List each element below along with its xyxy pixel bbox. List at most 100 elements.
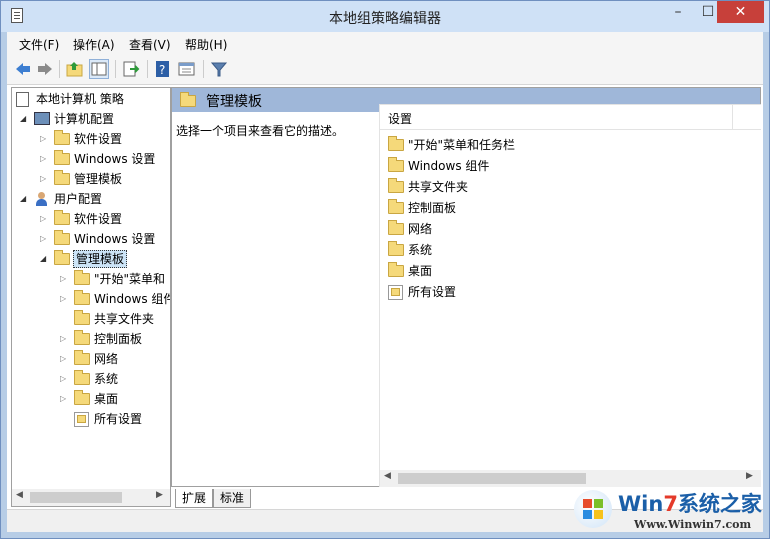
column-divider[interactable] xyxy=(732,105,733,129)
tree-label: Windows 设置 xyxy=(74,232,156,246)
tab-standard[interactable]: 标准 xyxy=(213,489,252,508)
folder-icon xyxy=(388,262,404,277)
folder-icon xyxy=(54,210,70,225)
back-icon[interactable] xyxy=(13,59,33,79)
detail-header-title: 管理模板 xyxy=(206,94,262,110)
folder-icon xyxy=(54,130,70,145)
scroll-right-icon[interactable]: ▶ xyxy=(746,471,753,481)
collapsed-arrow-icon[interactable]: ▷ xyxy=(40,229,50,249)
folder-icon xyxy=(180,92,196,107)
tree-label: 桌面 xyxy=(94,392,119,406)
collapsed-arrow-icon[interactable]: ▷ xyxy=(40,149,50,169)
all-settings-icon xyxy=(388,285,403,300)
collapsed-arrow-icon[interactable]: ▷ xyxy=(60,269,70,289)
tree-label: 软件设置 xyxy=(74,212,123,226)
menu-file[interactable]: 文件(F) xyxy=(19,36,59,53)
tree-pane: 本地计算机 策略 ◢ 计算机配置 ▷ 软件设置 ▷ Windows 设置 ▷ 管… xyxy=(11,87,171,507)
folder-icon xyxy=(74,330,90,345)
toolbar-separator xyxy=(59,60,60,78)
folder-icon xyxy=(74,270,90,285)
folder-icon xyxy=(74,290,90,305)
collapsed-arrow-icon[interactable]: ▷ xyxy=(40,169,50,189)
tree-label: 共享文件夹 xyxy=(94,312,155,326)
toolbar: ? xyxy=(7,54,763,85)
detail-pane: 管理模板 选择一个项目来查看它的描述。 设置 "开始"菜单和任务栏 Window… xyxy=(171,87,761,487)
expanded-arrow-icon[interactable]: ◢ xyxy=(20,109,30,129)
list-item-label: 系统 xyxy=(408,243,433,257)
menu-help[interactable]: 帮助(H) xyxy=(185,36,227,53)
collapsed-arrow-icon[interactable]: ▷ xyxy=(40,209,50,229)
folder-icon xyxy=(54,250,70,265)
tree-label: 管理模板 xyxy=(74,172,123,186)
computer-icon xyxy=(34,112,50,125)
tree-label: 系统 xyxy=(94,372,119,386)
folder-icon xyxy=(388,178,404,193)
forward-icon[interactable] xyxy=(35,59,55,79)
scroll-right-icon[interactable]: ▶ xyxy=(156,490,163,500)
folder-icon xyxy=(388,136,404,151)
tree-label: 网络 xyxy=(94,352,119,366)
tree-label: 本地计算机 策略 xyxy=(36,92,124,106)
list-item-label: Windows 组件 xyxy=(408,159,490,173)
minimize-button[interactable]: – xyxy=(663,1,693,23)
list-item-label: 桌面 xyxy=(408,264,433,278)
user-icon xyxy=(34,192,49,206)
column-header-setting[interactable]: 设置 xyxy=(380,105,761,130)
title-bar: 本地组策略编辑器 – ☐ ✕ xyxy=(1,1,769,32)
folder-icon xyxy=(54,170,70,185)
settings-list: 设置 "开始"菜单和任务栏 Windows 组件 共享文件夹 控制面板 网络 系… xyxy=(379,104,761,487)
watermark-title-7: 7 xyxy=(663,492,678,516)
expanded-arrow-icon[interactable]: ◢ xyxy=(20,189,30,209)
list-item-label: 网络 xyxy=(408,222,433,236)
folder-icon xyxy=(388,220,404,235)
collapsed-arrow-icon[interactable]: ▷ xyxy=(60,289,70,309)
filter-icon[interactable] xyxy=(209,59,229,79)
properties-icon[interactable] xyxy=(177,59,197,79)
tree-label: 控制面板 xyxy=(94,332,143,346)
collapsed-arrow-icon[interactable]: ▷ xyxy=(60,369,70,389)
help-icon[interactable]: ? xyxy=(153,59,173,79)
collapsed-arrow-icon[interactable]: ▷ xyxy=(60,349,70,369)
collapsed-arrow-icon[interactable]: ▷ xyxy=(60,329,70,349)
scroll-left-icon[interactable]: ◀ xyxy=(16,490,23,500)
list-item-label: 共享文件夹 xyxy=(408,180,469,194)
folder-icon xyxy=(74,390,90,405)
tab-extended[interactable]: 扩展 xyxy=(175,489,214,508)
menu-view[interactable]: 查看(V) xyxy=(129,36,171,53)
menu-bar: 文件(F) 操作(A) 查看(V) 帮助(H) xyxy=(7,32,763,54)
watermark: Win7系统之家 Www.Winwin7.com xyxy=(568,486,768,538)
all-settings-icon xyxy=(74,412,89,427)
folder-icon xyxy=(74,350,90,365)
expanded-arrow-icon[interactable]: ◢ xyxy=(40,249,50,269)
collapsed-arrow-icon[interactable]: ▷ xyxy=(40,129,50,149)
tree-label: 计算机配置 xyxy=(54,112,115,126)
tree-label: 所有设置 xyxy=(94,412,143,426)
scroll-left-icon[interactable]: ◀ xyxy=(384,471,391,481)
tree-label: Windows 组件 xyxy=(94,292,171,306)
scroll-thumb[interactable] xyxy=(398,473,586,484)
show-hide-tree-icon[interactable] xyxy=(89,59,109,79)
toolbar-separator xyxy=(203,60,204,78)
svg-text:?: ? xyxy=(159,63,165,77)
policy-doc-icon xyxy=(16,92,29,107)
menu-action[interactable]: 操作(A) xyxy=(73,36,115,53)
folder-icon xyxy=(388,241,404,256)
scroll-thumb[interactable] xyxy=(30,492,122,503)
up-folder-icon[interactable] xyxy=(65,59,85,79)
list-item-label: 所有设置 xyxy=(408,285,457,299)
close-button[interactable]: ✕ xyxy=(717,1,764,23)
tree-label: 用户配置 xyxy=(54,192,103,206)
tree-horizontal-scrollbar[interactable]: ◀ ▶ xyxy=(12,489,170,506)
collapsed-arrow-icon[interactable]: ▷ xyxy=(60,389,70,409)
toolbar-separator xyxy=(147,60,148,78)
export-list-icon[interactable] xyxy=(121,59,141,79)
tree-label: "开始"菜单和 xyxy=(94,272,166,286)
description-text: 选择一个项目来查看它的描述。 xyxy=(176,124,345,138)
tree-label: Windows 设置 xyxy=(74,152,156,166)
folder-icon xyxy=(388,157,404,172)
column-header-label: 设置 xyxy=(388,112,413,126)
list-horizontal-scrollbar[interactable]: ◀ ▶ xyxy=(380,470,761,487)
folder-icon xyxy=(74,370,90,385)
watermark-url: Www.Winwin7.com xyxy=(634,518,752,531)
list-item-label: "开始"菜单和任务栏 xyxy=(408,138,516,152)
